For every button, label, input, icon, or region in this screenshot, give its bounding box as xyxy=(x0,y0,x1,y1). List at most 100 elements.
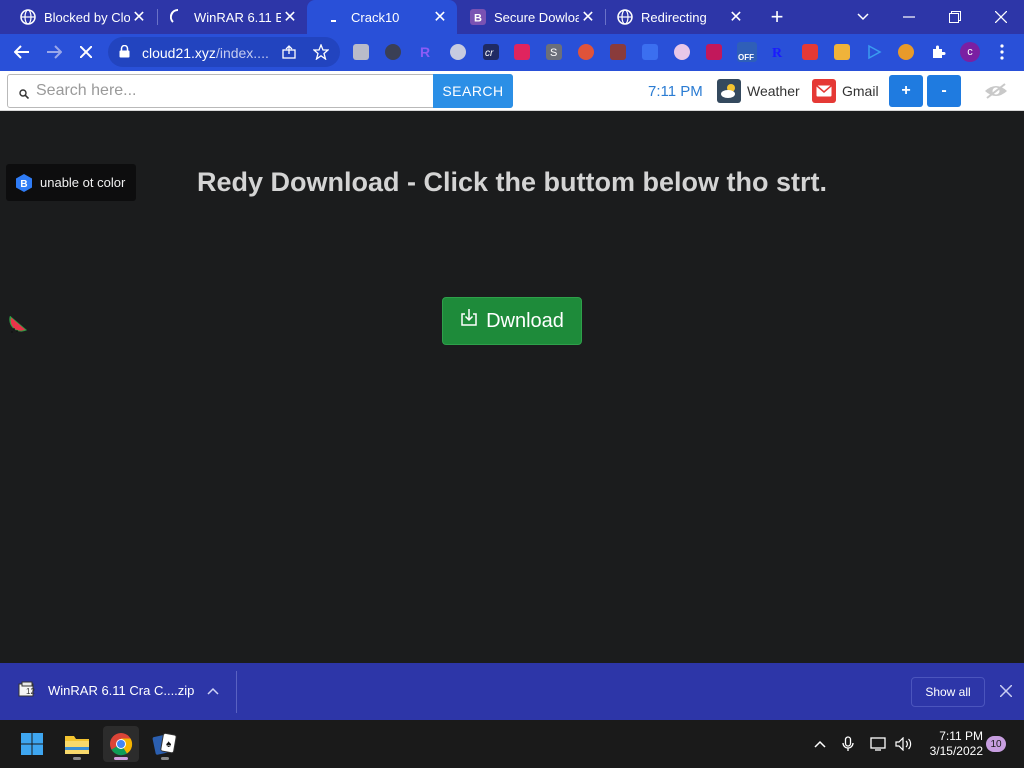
extension-icon[interactable] xyxy=(385,44,401,60)
start-button[interactable] xyxy=(14,726,50,762)
svg-text:S: S xyxy=(550,47,557,59)
weather-label: Weather xyxy=(747,83,800,99)
close-tab-icon[interactable]: ✕ xyxy=(130,8,148,26)
download-icon xyxy=(460,308,478,326)
extension-icon[interactable] xyxy=(450,44,466,60)
solitaire-icon[interactable]: ♠ xyxy=(147,726,183,762)
tab-winrar[interactable]: WinRAR 6.11 Be ✕ xyxy=(150,0,307,34)
chevron-up-icon[interactable] xyxy=(204,682,222,700)
extension-icon[interactable] xyxy=(610,44,626,60)
windows-taskbar: ♠ 7:11 PM 3/15/2022 10 xyxy=(0,720,1024,768)
lock-icon[interactable] xyxy=(119,44,130,63)
profile-avatar[interactable]: c xyxy=(960,42,980,62)
notification-count-badge[interactable]: 10 xyxy=(986,736,1006,752)
svg-text:OFF: OFF xyxy=(738,53,754,62)
loading-icon xyxy=(327,9,343,25)
back-button[interactable] xyxy=(8,38,36,66)
extension-icon[interactable] xyxy=(898,44,914,60)
extension-r-blue-icon[interactable]: R xyxy=(770,44,786,61)
svg-text:R: R xyxy=(420,44,430,60)
search-button[interactable]: SEARCH xyxy=(433,74,513,108)
tab-title: Blocked by Clou xyxy=(44,9,130,25)
download-file-name: WinRAR 6.11 Cra C....zip xyxy=(48,682,195,698)
tab-search-icon[interactable] xyxy=(840,0,886,34)
close-tab-icon[interactable]: ✕ xyxy=(281,8,299,26)
extension-off-icon[interactable]: OFF xyxy=(737,42,757,62)
watermelon-icon xyxy=(2,315,28,342)
extension-r-icon[interactable]: R xyxy=(417,44,433,60)
weather-icon xyxy=(717,79,741,103)
restore-button[interactable] xyxy=(932,0,978,34)
download-item[interactable]: 12 WinRAR 6.11 Cra C....zip xyxy=(18,681,194,699)
zip-file-icon: 12 xyxy=(18,681,36,699)
extension-play-icon[interactable] xyxy=(866,44,882,60)
browser-tab-strip: Blocked by Clou ✕ WinRAR 6.11 Be ✕ Crack… xyxy=(0,0,1024,34)
show-hidden-icons-chevron-icon[interactable] xyxy=(810,734,830,754)
browser-toolbar: cloud21.xyz/index.... R cr S OFF R c xyxy=(0,34,1024,71)
volume-icon[interactable] xyxy=(894,734,914,754)
extension-icon[interactable] xyxy=(802,44,818,60)
globe-icon xyxy=(617,9,633,25)
tab-title: Redirecting xyxy=(641,9,707,25)
stop-loading-button[interactable] xyxy=(72,38,100,66)
minimize-button[interactable] xyxy=(886,0,932,34)
forward-button[interactable] xyxy=(40,38,68,66)
svg-text:R: R xyxy=(772,46,783,60)
menu-dots-icon[interactable] xyxy=(992,42,1012,62)
download-button-label: Dwnload xyxy=(486,309,564,332)
close-tab-icon[interactable]: ✕ xyxy=(727,8,745,26)
running-indicator xyxy=(73,757,81,760)
svg-text:cr: cr xyxy=(485,48,494,59)
extension-icon[interactable] xyxy=(674,44,690,60)
close-window-button[interactable] xyxy=(978,0,1024,34)
search-icon xyxy=(19,86,30,104)
tab-redirecting[interactable]: Redirecting ✕ xyxy=(597,0,753,34)
url-path: /index.... xyxy=(215,45,269,61)
show-all-button[interactable]: Show all xyxy=(911,677,985,707)
page-content: B unable ot color Redy Download - Click … xyxy=(0,111,1024,663)
mail-icon xyxy=(812,79,836,103)
url-text: cloud21.xyz/index.... xyxy=(142,45,269,61)
globe-icon xyxy=(20,9,36,25)
new-tab-button[interactable]: + xyxy=(765,4,789,29)
download-button[interactable]: Dwnload xyxy=(442,297,582,345)
eye-hidden-icon[interactable] xyxy=(983,82,1009,100)
running-indicator xyxy=(161,757,169,760)
taskbar-clock[interactable]: 7:11 PM 3/15/2022 xyxy=(925,729,983,759)
clock-text: 7:11 PM xyxy=(648,83,703,100)
network-icon[interactable] xyxy=(869,734,889,754)
zoom-out-button[interactable]: - xyxy=(927,75,961,107)
weather-widget[interactable]: Weather xyxy=(717,79,800,103)
extension-icon[interactable] xyxy=(642,44,658,60)
address-bar[interactable]: cloud21.xyz/index.... xyxy=(108,37,340,67)
extension-icon[interactable] xyxy=(706,44,722,60)
tab-crack10[interactable]: Crack10 ✕ xyxy=(307,0,457,34)
tab-title: WinRAR 6.11 Be xyxy=(194,9,281,25)
tab-blocked-by-cloudflare[interactable]: Blocked by Clou ✕ xyxy=(0,0,156,34)
close-tab-icon[interactable]: ✕ xyxy=(431,8,449,26)
extension-s-icon[interactable]: S xyxy=(546,44,562,60)
chrome-taskbar-icon[interactable] xyxy=(103,726,139,762)
bookmark-star-icon[interactable] xyxy=(312,43,330,65)
extension-cursor-icon[interactable] xyxy=(514,44,530,60)
gmail-widget[interactable]: Gmail xyxy=(812,79,879,103)
extension-cr-icon[interactable]: cr xyxy=(483,44,499,60)
tab-title: Secure Dowload xyxy=(494,9,579,25)
extensions-puzzle-icon[interactable] xyxy=(930,44,946,60)
close-shelf-icon[interactable] xyxy=(996,681,1016,701)
search-box: SEARCH xyxy=(7,74,513,108)
microphone-icon[interactable] xyxy=(838,734,858,754)
taskbar-time: 7:11 PM xyxy=(939,729,983,743)
tab-secure-download[interactable]: B Secure Dowload ✕ xyxy=(450,0,605,34)
file-explorer-icon[interactable] xyxy=(59,726,95,762)
svg-text:♠: ♠ xyxy=(166,739,172,750)
zoom-in-button[interactable]: + xyxy=(889,75,923,107)
close-tab-icon[interactable]: ✕ xyxy=(579,8,597,26)
search-input[interactable] xyxy=(36,77,434,105)
svg-text:12: 12 xyxy=(26,687,35,696)
extension-icon[interactable] xyxy=(578,44,594,60)
extension-icon[interactable] xyxy=(834,44,850,60)
extension-icon[interactable] xyxy=(353,44,369,60)
share-icon[interactable] xyxy=(282,45,296,64)
url-host: cloud21.xyz xyxy=(142,45,216,61)
